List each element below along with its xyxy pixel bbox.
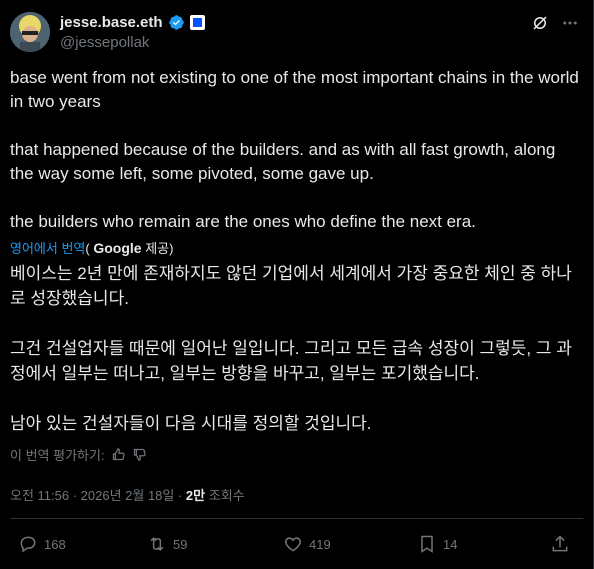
translation-provider: Google [93,240,142,256]
display-name[interactable]: jesse.base.eth [60,14,163,31]
views-count: 2만 [185,488,206,503]
timestamp[interactable]: 오전 11:56 · 2026년 2월 18일 · [10,488,186,503]
base-affiliate-icon[interactable] [189,15,205,30]
thumbs-down-icon[interactable] [132,447,147,462]
tweet-paragraph: the builders who remain are the ones who… [10,212,476,231]
repost-icon [150,537,164,551]
handle[interactable]: @jessepollak [60,34,149,51]
tweet-paragraph: that happened because of the builders. a… [10,140,556,183]
reply-icon [20,536,36,553]
like-icon [285,537,301,552]
bookmark-button[interactable]: 14 [417,534,457,554]
tweet-paragraph: base went from not existing to one of th… [10,68,579,111]
bookmark-count: 14 [443,536,458,552]
rate-translation: 이 번역 평가하기: [10,445,147,464]
reply-count: 168 [44,536,66,552]
translation-attribution: 영어에서 번역( Google 제공) [10,238,173,257]
like-count: 419 [309,536,331,552]
translated-text: 베이스는 2년 만에 존재하지도 않던 기업에서 세계에서 가장 중요한 체인 … [10,261,584,436]
rate-translation-label: 이 번역 평가하기: [10,448,105,463]
tweet-meta: 오전 11:56 · 2026년 2월 18일 · 2만 조회수 [10,485,245,504]
bookmark-icon [421,535,433,553]
provider-suffix: 제공) [145,241,174,256]
tweet-card: jesse.base.eth @jessepollak base went fr… [0,0,594,569]
name-row: jesse.base.eth [60,14,205,31]
more-icon[interactable] [561,14,579,32]
views-label: 조회수 [205,488,245,503]
grok-icon[interactable] [531,14,549,32]
repost-count: 59 [173,536,188,552]
verified-badge-icon [168,15,184,30]
share-button[interactable] [550,534,570,554]
share-icon [552,535,568,552]
provider-prefix: ( [85,241,90,256]
action-bar: 168 59 419 14 [10,534,579,556]
like-button[interactable]: 419 [283,534,331,554]
thumbs-up-icon[interactable] [111,447,126,462]
translated-from-link[interactable]: 영어에서 번역 [10,241,85,256]
tweet-header: jesse.base.eth @jessepollak [10,10,579,56]
avatar[interactable] [10,12,50,52]
tweet-text: base went from not existing to one of th… [10,66,582,234]
translated-paragraph: 남아 있는 건설자들이 다음 시대를 정의할 것입니다. [10,414,372,433]
translated-paragraph: 그건 건설업자들 때문에 일어난 일입니다. 그리고 모든 급속 성장이 그렇듯… [10,339,572,383]
repost-button[interactable]: 59 [147,534,187,554]
divider [10,518,583,519]
translated-paragraph: 베이스는 2년 만에 존재하지도 않던 기업에서 세계에서 가장 중요한 체인 … [10,264,572,308]
reply-button[interactable]: 168 [18,534,66,554]
